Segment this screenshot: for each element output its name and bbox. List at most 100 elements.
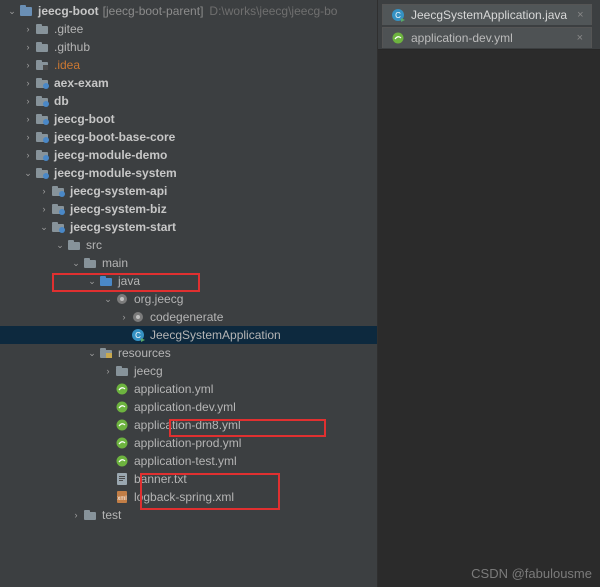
- module-icon: [50, 201, 66, 217]
- folder-icon: [82, 255, 98, 271]
- chevron-right-icon[interactable]: ›: [22, 146, 34, 164]
- chevron-down-icon[interactable]: ⌄: [86, 344, 98, 362]
- tree-row-test[interactable]: ›test: [0, 506, 377, 524]
- tree-label: jeecg: [134, 362, 163, 380]
- tree-row-jeecgsystemapplication[interactable]: ›CJeecgSystemApplication: [0, 326, 377, 344]
- project-root-path: D:\works\jeecg\jeecg-bo: [209, 2, 337, 20]
- tree-row-jeecg-module-demo[interactable]: ›jeecg-module-demo: [0, 146, 377, 164]
- chevron-right-icon[interactable]: ›: [38, 200, 50, 218]
- tree-label: java: [118, 272, 140, 290]
- chevron-down-icon[interactable]: ⌄: [70, 254, 82, 272]
- tree-row--github[interactable]: › .github: [0, 38, 377, 56]
- tree-label: aex-exam: [54, 74, 109, 92]
- tree-row-src[interactable]: ⌄ src: [0, 236, 377, 254]
- tree-row-application-yml[interactable]: ›application.yml: [0, 380, 377, 398]
- chevron-down-icon[interactable]: ⌄: [86, 272, 98, 290]
- tree-label: logback-spring.xml: [134, 488, 234, 506]
- tree-label: jeecg-system-api: [70, 182, 167, 200]
- close-icon[interactable]: ×: [567, 32, 583, 44]
- tree-row-jeecg-system-biz[interactable]: ›jeecg-system-biz: [0, 200, 377, 218]
- chevron-right-icon[interactable]: ›: [22, 20, 34, 38]
- tree-row-db[interactable]: › db: [0, 92, 377, 110]
- chevron-right-icon[interactable]: ›: [38, 182, 50, 200]
- tree-label: main: [102, 254, 128, 272]
- resroot-icon: [98, 345, 114, 361]
- tree-row-jeecg-boot-base-core[interactable]: ›jeecg-boot-base-core: [0, 128, 377, 146]
- tree-label: .gitee: [54, 20, 83, 38]
- chevron-right-icon[interactable]: ›: [22, 92, 34, 110]
- spring-icon: [114, 381, 130, 397]
- editor-tab[interactable]: C JeecgSystemApplication.java×: [382, 4, 592, 25]
- tab-label: application-dev.yml: [411, 31, 513, 45]
- tree-row-application-test-yml[interactable]: ›application-test.yml: [0, 452, 377, 470]
- chevron-right-icon[interactable]: ›: [22, 128, 34, 146]
- tree-label: org.jeecg: [134, 290, 183, 308]
- chevron-right-icon[interactable]: ›: [22, 74, 34, 92]
- tree-row-application-prod-yml[interactable]: ›application-prod.yml: [0, 434, 377, 452]
- tree-row-jeecg-module-system[interactable]: ⌄jeecg-module-system: [0, 164, 377, 182]
- svg-text:C: C: [395, 11, 401, 20]
- tree-row-application-dev-yml[interactable]: ›application-dev.yml: [0, 398, 377, 416]
- watermark: CSDN @fabulousme: [471, 566, 592, 581]
- tree-row-jeecg-boot[interactable]: ⌄jeecg-boot[jeecg-boot-parent]D:\works\j…: [0, 2, 377, 20]
- chevron-down-icon[interactable]: ⌄: [38, 218, 50, 236]
- tree-row-java[interactable]: ⌄ java: [0, 272, 377, 290]
- tree-label: db: [54, 92, 69, 110]
- chevron-right-icon[interactable]: ›: [118, 308, 130, 326]
- tree-label: jeecg-boot: [54, 110, 115, 128]
- folder-icon: [114, 363, 130, 379]
- tree-label: application-dev.yml: [134, 398, 236, 416]
- chevron-down-icon[interactable]: ⌄: [22, 164, 34, 182]
- project-tree-panel: ⌄jeecg-boot[jeecg-boot-parent]D:\works\j…: [0, 0, 378, 587]
- tree-label: JeecgSystemApplication: [150, 326, 281, 344]
- tree-label: application-test.yml: [134, 452, 237, 470]
- close-icon[interactable]: ×: [567, 9, 583, 21]
- package-icon: [114, 291, 130, 307]
- tree-label: src: [86, 236, 102, 254]
- tree-label: .github: [54, 38, 90, 56]
- tree-row-jeecg-boot[interactable]: › jeecg-boot: [0, 110, 377, 128]
- tab-label: JeecgSystemApplication.java: [411, 8, 567, 22]
- tree-row-jeecg-system-api[interactable]: › jeecg-system-api: [0, 182, 377, 200]
- chevron-right-icon[interactable]: ›: [22, 56, 34, 74]
- tree-row-jeecg-system-start[interactable]: ⌄jeecg-system-start: [0, 218, 377, 236]
- tree-row--idea[interactable]: › .idea: [0, 56, 377, 74]
- editor-tab[interactable]: application-dev.yml ×: [382, 27, 592, 48]
- editor-tab-bar: CJeecgSystemApplication.java×application…: [378, 0, 600, 50]
- srcroot-icon: [98, 273, 114, 289]
- class-run-icon: C: [130, 327, 146, 343]
- tree-row-aex-exam[interactable]: › aex-exam: [0, 74, 377, 92]
- tree-row-resources[interactable]: ⌄resources: [0, 344, 377, 362]
- class-run-icon: C: [391, 8, 405, 22]
- chevron-right-icon[interactable]: ›: [102, 362, 114, 380]
- folder-icon: [82, 507, 98, 523]
- tree-row-codegenerate[interactable]: › codegenerate: [0, 308, 377, 326]
- chevron-right-icon[interactable]: ›: [22, 110, 34, 128]
- module-icon: [50, 219, 66, 235]
- project-root-name: jeecg-boot: [38, 2, 99, 20]
- tree-row-application-dm8-yml[interactable]: ›application-dm8.yml: [0, 416, 377, 434]
- tree-label: application-prod.yml: [134, 434, 241, 452]
- chevron-down-icon[interactable]: ⌄: [102, 290, 114, 308]
- project-tree[interactable]: ⌄jeecg-boot[jeecg-boot-parent]D:\works\j…: [0, 0, 377, 524]
- spring-icon: [114, 417, 130, 433]
- tree-row-logback-spring-xml[interactable]: ›xmllogback-spring.xml: [0, 488, 377, 506]
- folder-icon: [34, 39, 50, 55]
- xml-icon: xml: [114, 489, 130, 505]
- chevron-down-icon[interactable]: ⌄: [54, 236, 66, 254]
- tree-row--gitee[interactable]: › .gitee: [0, 20, 377, 38]
- text-icon: [114, 471, 130, 487]
- tree-row-org-jeecg[interactable]: ⌄ org.jeecg: [0, 290, 377, 308]
- module-icon: [34, 111, 50, 127]
- tree-label: .idea: [54, 56, 80, 74]
- tree-row-banner-txt[interactable]: ›banner.txt: [0, 470, 377, 488]
- chevron-right-icon[interactable]: ›: [70, 506, 82, 524]
- tree-row-jeecg[interactable]: › jeecg: [0, 362, 377, 380]
- tree-label: codegenerate: [150, 308, 223, 326]
- chevron-right-icon[interactable]: ›: [22, 38, 34, 56]
- chevron-down-icon[interactable]: ⌄: [6, 2, 18, 20]
- tree-row-main[interactable]: ⌄ main: [0, 254, 377, 272]
- proj-icon: [18, 3, 34, 19]
- tree-label: banner.txt: [134, 470, 187, 488]
- module-icon: [34, 165, 50, 181]
